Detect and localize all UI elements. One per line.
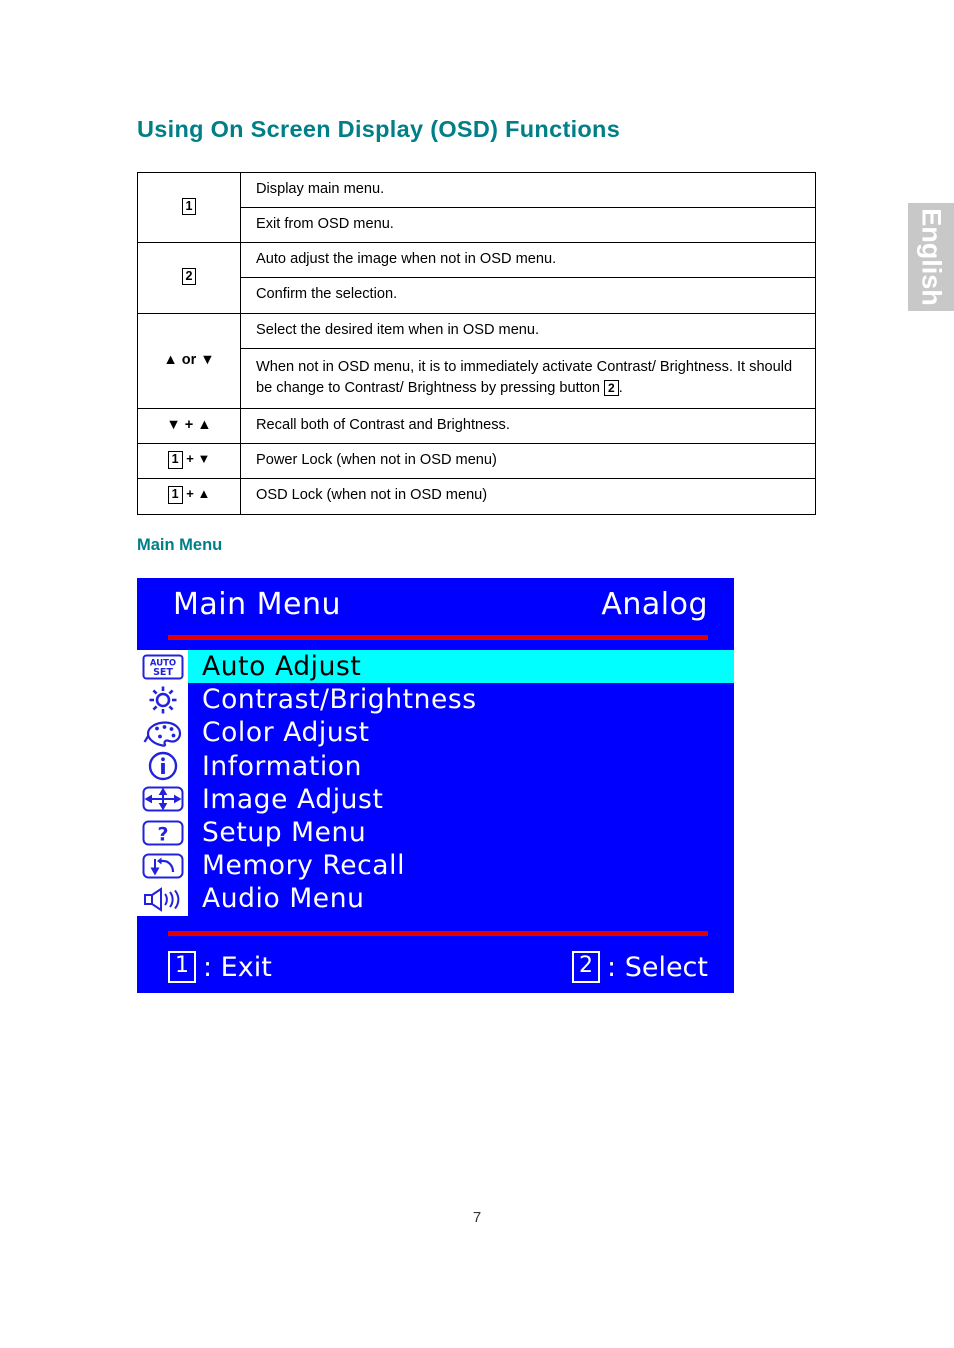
key-suffix-down-arrow: + ▼: [182, 451, 211, 467]
osd-source-label: Analog: [601, 587, 708, 622]
question-mark-icon: ?: [137, 815, 188, 850]
key-cell-button1-plus-down: 1 + ▼: [137, 443, 241, 480]
desc-recall-contrast-brightness: Recall both of Contrast and Brightness.: [240, 408, 816, 445]
osd-item-contrast-brightness[interactable]: Contrast/Brightness: [137, 683, 734, 717]
desc-auto-adjust: Auto adjust the image when not in OSD me…: [240, 242, 816, 279]
osd-footer-select[interactable]: 2: Select: [572, 951, 708, 983]
key-cell-down-plus-up: ▼ + ▲: [137, 408, 241, 445]
osd-bottom-rule: [168, 931, 708, 936]
desc-text-part-1: When not in OSD menu, it is to immediate…: [256, 358, 793, 396]
key-cell-button-2: 2: [137, 242, 241, 314]
table-row: 1 + ▲ OSD Lock (when not in OSD menu): [137, 478, 816, 515]
osd-footer: 1: Exit 2: Select: [137, 948, 734, 993]
svg-text:SET: SET: [153, 667, 173, 678]
osd-title: Main Menu: [173, 587, 342, 622]
osd-header: Main Menu Analog: [137, 578, 734, 650]
osd-item-audio-menu[interactable]: Audio Menu: [137, 882, 734, 916]
osd-menu-list: AUTO SET Auto Adjust Contrast/Brightness…: [137, 650, 734, 916]
button-2-glyph: 2: [181, 267, 197, 286]
table-row: ▲ or ▼ Select the desired item when in O…: [137, 312, 816, 410]
osd-item-label: Information: [202, 750, 362, 782]
desc-power-lock: Power Lock (when not in OSD menu): [240, 443, 816, 480]
desc-display-main-menu: Display main menu.: [240, 171, 816, 209]
osd-item-label: Memory Recall: [202, 850, 406, 882]
osd-top-rule: [168, 635, 708, 640]
section-heading-main-menu: Main Menu: [137, 536, 223, 554]
page-number: 7: [472, 1209, 482, 1226]
button-2-glyph-inline: 2: [604, 379, 619, 396]
osd-footer-select-label: : Select: [607, 951, 708, 983]
osd-item-memory-recall[interactable]: Memory Recall: [137, 849, 734, 883]
svg-text:?: ?: [157, 823, 168, 845]
osd-item-label: Audio Menu: [202, 883, 365, 915]
button-2-glyph: 2: [572, 951, 601, 983]
key-cell-up-or-down: ▲ or ▼: [137, 312, 241, 410]
info-circle-icon: [137, 749, 188, 783]
page-title: Using On Screen Display (OSD) Functions: [137, 116, 621, 142]
osd-item-label: Image Adjust: [202, 783, 384, 815]
osd-item-image-adjust[interactable]: Image Adjust: [137, 782, 734, 816]
osd-item-label: Color Adjust: [202, 717, 370, 749]
table-row: 2 Auto adjust the image when not in OSD …: [137, 242, 816, 314]
button-1-glyph: 1: [181, 197, 197, 216]
table-row: 1 + ▼ Power Lock (when not in OSD menu): [137, 443, 816, 480]
osd-footer-exit-label: : Exit: [203, 951, 272, 983]
auto-set-icon: AUTO SET: [137, 650, 188, 684]
language-tab: English: [908, 203, 954, 311]
desc-activate-contrast-brightness: When not in OSD menu, it is to immediate…: [240, 347, 816, 410]
osd-item-setup-menu[interactable]: ? Setup Menu: [137, 815, 734, 850]
memory-recall-icon: [137, 849, 188, 883]
button-1-glyph: 1: [168, 951, 196, 983]
button-1-glyph: 1: [167, 451, 183, 469]
desc-osd-lock: OSD Lock (when not in OSD menu): [240, 478, 816, 515]
language-tab-label: English: [916, 208, 947, 306]
color-palette-icon: [137, 716, 188, 750]
key-cell-button-1: 1: [137, 171, 241, 244]
osd-footer-exit[interactable]: 1: Exit: [168, 951, 272, 983]
button-1-glyph: 1: [167, 486, 183, 504]
osd-main-menu-screenshot: Main Menu Analog AUTO SET Auto Adjust Co…: [137, 578, 734, 993]
osd-item-label: Contrast/Brightness: [202, 684, 477, 716]
brightness-sun-icon: [137, 683, 188, 717]
osd-item-auto-adjust[interactable]: AUTO SET Auto Adjust: [137, 650, 734, 684]
desc-confirm-selection: Confirm the selection.: [240, 277, 816, 314]
speaker-icon: [137, 882, 188, 916]
osd-item-label: Auto Adjust: [188, 650, 734, 684]
osd-item-information[interactable]: Information: [137, 749, 734, 783]
desc-exit-osd-menu: Exit from OSD menu.: [240, 207, 816, 244]
table-row: ▼ + ▲ Recall both of Contrast and Bright…: [137, 408, 816, 445]
osd-item-color-adjust[interactable]: Color Adjust: [137, 716, 734, 750]
desc-text-part-2: .: [618, 379, 623, 396]
table-row: 1 Display main menu.: [137, 171, 816, 244]
osd-item-label: Setup Menu: [202, 817, 367, 849]
desc-select-desired-item: Select the desired item when in OSD menu…: [240, 312, 816, 349]
osd-key-function-table: 1 Display main menu. Exit from OSD menu.…: [137, 171, 816, 515]
key-suffix-up-arrow: + ▲: [182, 486, 211, 502]
four-arrows-icon: [137, 782, 188, 816]
key-cell-button1-plus-up: 1 + ▲: [137, 478, 241, 515]
